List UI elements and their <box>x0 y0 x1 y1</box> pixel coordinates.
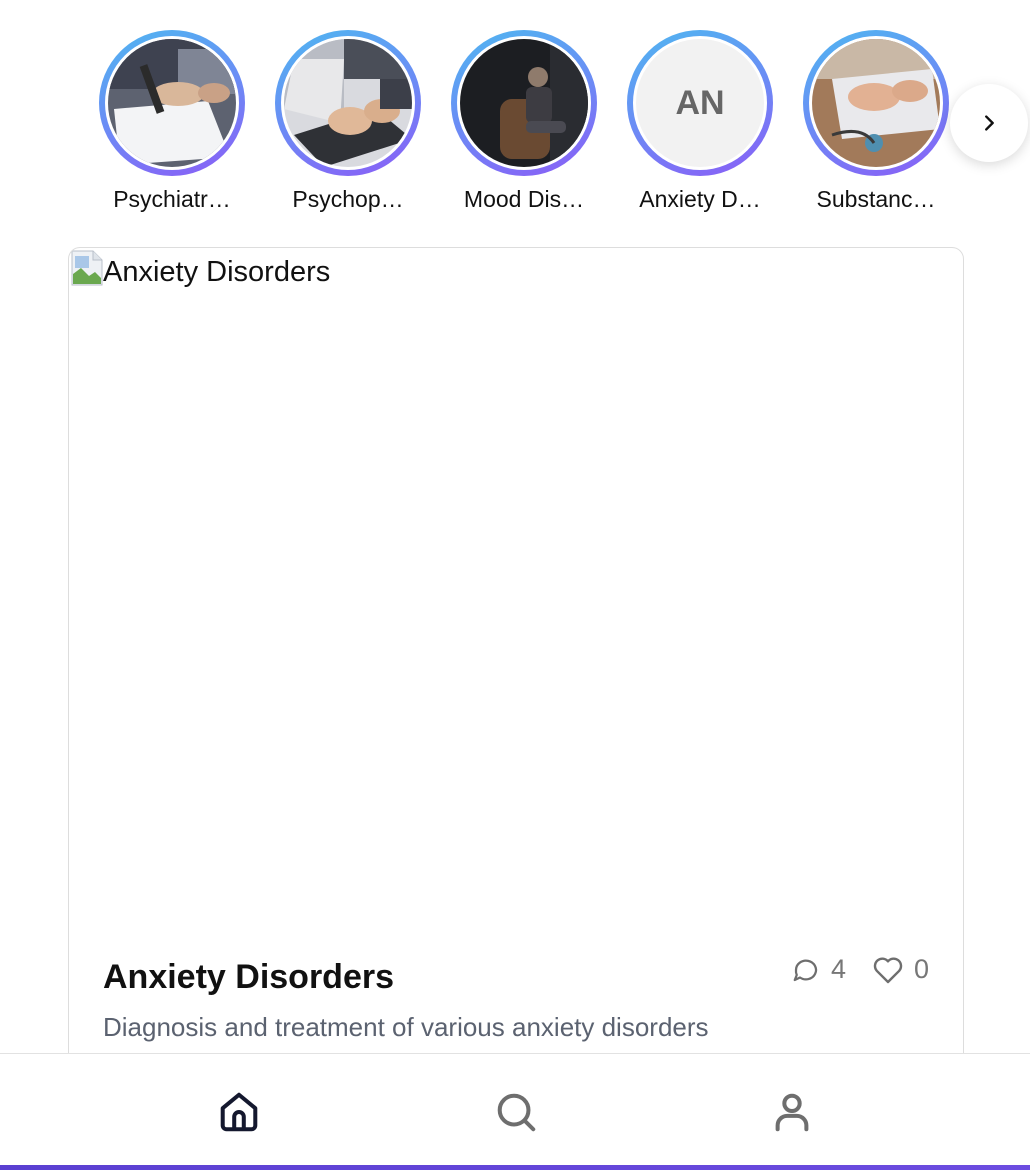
comment-icon <box>793 959 818 981</box>
story-ring <box>451 30 597 176</box>
story-label: Psychiatr… <box>113 186 231 212</box>
post-image: Anxiety Disorders <box>69 248 963 938</box>
post-description: Diagnosis and treatment of various anxie… <box>103 1012 709 1042</box>
story-ring: AN <box>627 30 773 176</box>
story-item-anxiety-disorders[interactable]: AN Anxiety D… <box>612 30 788 213</box>
heart-icon <box>873 956 903 983</box>
comments-button[interactable]: 4 <box>791 954 846 985</box>
post-image-alt-text: Anxiety Disorders <box>103 256 331 288</box>
nav-accent-bar <box>0 1165 1030 1170</box>
story-item-psychiatry[interactable]: Psychiatr… <box>84 30 260 213</box>
app-screen: Psychiatr… Psychop… Mood Dis… AN Anxiety… <box>0 0 1030 1170</box>
story-initials-avatar: AN <box>636 39 764 167</box>
laptop-typing-icon <box>284 39 412 167</box>
likes-count: 0 <box>913 954 929 984</box>
story-ring <box>275 30 421 176</box>
like-button[interactable]: 0 <box>872 954 929 985</box>
story-label: Anxiety D… <box>639 186 761 212</box>
story-item-mood-disorders[interactable]: Mood Dis… <box>436 30 612 213</box>
story-label: Mood Dis… <box>463 186 585 212</box>
next-stories-button[interactable] <box>950 84 1028 162</box>
broken-image-icon <box>71 250 103 286</box>
story-ring <box>99 30 245 176</box>
story-item-substance[interactable]: Substanc… <box>788 30 964 213</box>
writing-hand-icon <box>108 39 236 167</box>
story-label: Substanc… <box>816 186 936 212</box>
bottom-nav <box>0 1053 1030 1170</box>
nav-profile[interactable] <box>766 1086 818 1138</box>
post-stats: 4 0 <box>791 954 929 985</box>
search-icon <box>497 1093 536 1132</box>
home-icon <box>220 1092 258 1132</box>
nav-search[interactable] <box>490 1086 542 1138</box>
nav-home[interactable] <box>213 1086 265 1138</box>
story-label: Psychop… <box>292 186 404 212</box>
post-card[interactable]: Anxiety Disorders Anxiety Disorders 4 0 … <box>68 247 964 1107</box>
stories-carousel: Psychiatr… Psychop… Mood Dis… AN Anxiety… <box>0 0 1030 230</box>
user-icon <box>775 1093 809 1132</box>
post-title: Anxiety Disorders <box>103 958 394 996</box>
person-in-dark-icon <box>460 39 588 167</box>
comments-count: 4 <box>830 954 846 984</box>
story-item-psychopathology[interactable]: Psychop… <box>260 30 436 213</box>
chevron-right-icon <box>985 115 994 131</box>
laptop-stethoscope-icon <box>812 39 940 167</box>
story-ring <box>803 30 949 176</box>
